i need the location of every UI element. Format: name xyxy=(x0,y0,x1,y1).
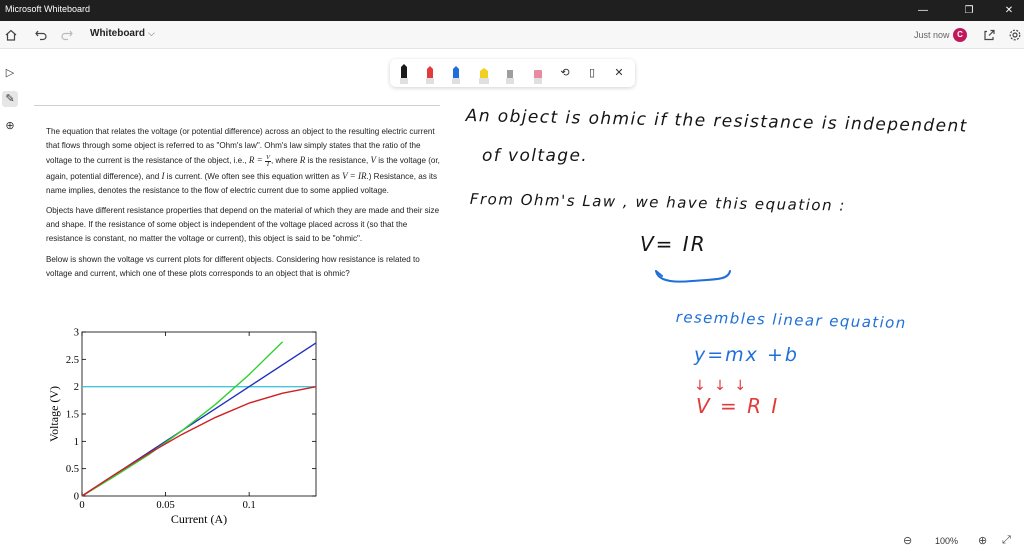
y-tick-label: 2.5 xyxy=(66,355,79,366)
eraser-icon[interactable] xyxy=(530,64,546,84)
chart-svg: 0 0.5 1 1.5 2 2.5 3 0 0.05 0.1 Current (A) Voltage … xyxy=(47,328,317,526)
y-tick-label: 1 xyxy=(74,437,79,448)
y-axis-label: Voltage (V) xyxy=(47,386,61,442)
note-of-voltage: of voltage. xyxy=(482,146,589,166)
zoom-in-icon[interactable]: ⊕ xyxy=(978,534,987,547)
select-arrow-icon[interactable]: ▷ xyxy=(2,65,18,81)
add-icon[interactable]: ⊕ xyxy=(2,118,18,134)
bottom-bar: ⊖ 100% ⊕ ⤢ xyxy=(0,532,1024,550)
pen-toolbar: ⟲ ▯ ✕ xyxy=(390,59,635,87)
close-icon[interactable]: ✕ xyxy=(611,65,627,81)
y-tick-label: 3 xyxy=(74,328,79,339)
minimize-button[interactable]: — xyxy=(908,2,938,19)
series-line-4 xyxy=(81,386,317,497)
zoom-level[interactable]: 100% xyxy=(935,536,958,546)
problem-text: The equation that relates the voltage (o… xyxy=(46,125,446,287)
series-line-3 xyxy=(81,341,284,497)
divider xyxy=(34,105,440,106)
paragraph-question: Below is shown the voltage vs current pl… xyxy=(46,254,420,278)
app-header: Whiteboard ⌵ Just now C xyxy=(0,21,1024,49)
fit-screen-icon[interactable]: ⤢ xyxy=(1002,534,1011,547)
red-pen-icon[interactable] xyxy=(422,64,438,84)
home-icon[interactable] xyxy=(2,26,20,44)
lasso-icon[interactable]: ⟲ xyxy=(557,65,573,81)
avatar[interactable]: C xyxy=(953,28,967,42)
note-ohms-law-equation: From Ohm's Law , we have this equation : xyxy=(469,190,847,215)
black-pen-icon[interactable] xyxy=(396,64,412,84)
ruler-pen-icon[interactable] xyxy=(502,64,518,84)
y-tick-label: 2 xyxy=(74,382,79,393)
close-window-button[interactable]: ✕ xyxy=(994,2,1024,19)
note-resembles-linear: resembles linear equation xyxy=(675,308,907,333)
blue-pen-icon[interactable] xyxy=(448,64,464,84)
chevron-down-icon[interactable]: ⌵ xyxy=(148,28,155,39)
note-v-equals-ir: V= IR xyxy=(640,232,707,256)
window-title: Microsoft Whiteboard xyxy=(5,4,91,14)
note-ohmic-definition: An object is ohmic if the resistance is … xyxy=(465,106,968,137)
underbrace-squiggle xyxy=(655,270,731,283)
ruler-icon[interactable]: ▯ xyxy=(584,65,600,81)
note-v-equals-ri: V = R I xyxy=(696,394,780,418)
highlighter-icon[interactable] xyxy=(476,64,492,84)
x-axis-label: Current (A) xyxy=(171,512,227,526)
y-tick-label: 0 xyxy=(74,492,79,503)
voltage-current-chart: 0 0.5 1 1.5 2 2.5 3 0 0.05 0.1 Current (A) Voltage … xyxy=(44,322,334,528)
note-mapping-arrows: ↓ ↓ ↓ xyxy=(694,378,749,394)
board-title[interactable]: Whiteboard xyxy=(90,28,145,39)
x-tick-label: 0.05 xyxy=(156,500,174,511)
undo-icon[interactable] xyxy=(32,26,50,44)
paragraph-ohmic: Objects have different resistance proper… xyxy=(46,206,440,244)
plot-frame xyxy=(81,331,317,497)
y-tick-label: 0.5 xyxy=(66,464,79,475)
share-icon[interactable] xyxy=(980,26,998,44)
title-bar: Microsoft Whiteboard — ❐ ✕ xyxy=(0,0,1024,21)
save-status: Just now xyxy=(914,30,950,40)
redo-icon[interactable] xyxy=(58,26,76,44)
gear-icon[interactable] xyxy=(1006,26,1024,44)
restore-button[interactable]: ❐ xyxy=(954,2,984,19)
x-tick-label: 0.1 xyxy=(243,500,256,511)
paragraph-ohms-law: The equation that relates the voltage (o… xyxy=(46,127,440,195)
note-y-equals-mx-b: y=mx +b xyxy=(694,344,799,366)
x-tick-label: 0 xyxy=(79,500,84,511)
y-tick-label: 1.5 xyxy=(66,410,79,421)
pen-icon[interactable]: ✎ xyxy=(2,91,18,107)
zoom-out-icon[interactable]: ⊖ xyxy=(903,534,912,547)
